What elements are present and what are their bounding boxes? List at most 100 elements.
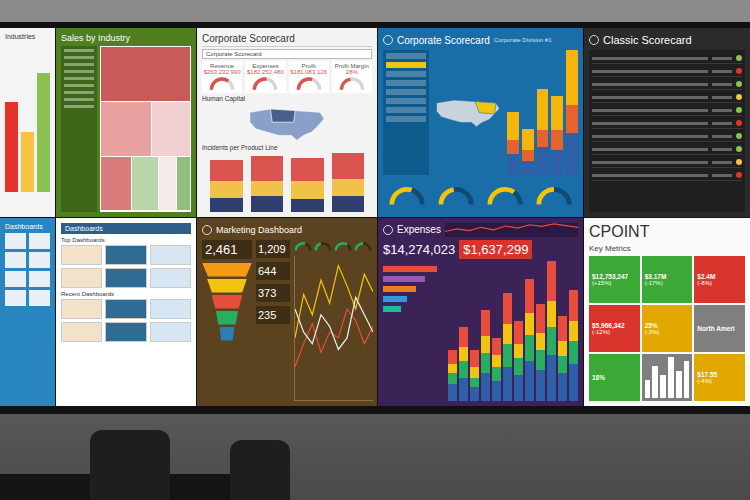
corporate-scorecard-tile[interactable]: Corporate ScorecardCorporate ScorecardRe… bbox=[197, 28, 377, 217]
metric-card[interactable]: $17.55(-4%) bbox=[694, 354, 745, 401]
stacked-bar-chart bbox=[507, 50, 578, 175]
status-dot bbox=[736, 81, 742, 87]
list-row[interactable] bbox=[386, 53, 426, 59]
metric-card[interactable] bbox=[642, 354, 693, 401]
back-icon[interactable] bbox=[383, 35, 393, 45]
dashboard-thumbnail[interactable] bbox=[29, 233, 50, 249]
filter-dropdown[interactable]: Corporate Scorecard bbox=[202, 49, 372, 59]
us-map bbox=[202, 104, 372, 142]
metric-card[interactable]: $3.17M(-17%) bbox=[642, 256, 693, 303]
dashboard-thumbnail[interactable] bbox=[61, 322, 102, 342]
gauge-icon bbox=[437, 183, 475, 207]
dashboard-thumbnail[interactable] bbox=[5, 252, 26, 268]
back-icon[interactable] bbox=[202, 225, 212, 235]
dashboard-thumbnail[interactable] bbox=[61, 268, 102, 288]
dashboards-gallery-tile[interactable]: DashboardsTop DashboardsRecent Dashboard… bbox=[56, 218, 196, 407]
metric-card[interactable]: $5,966,342(-12%) bbox=[589, 305, 640, 352]
back-icon[interactable] bbox=[383, 225, 393, 235]
list-row[interactable] bbox=[386, 71, 426, 77]
metric-card[interactable]: North Ameri bbox=[694, 305, 745, 352]
tile-title: Expenses bbox=[397, 224, 441, 235]
bar bbox=[507, 50, 519, 175]
bar bbox=[383, 286, 416, 292]
classic-scorecard-tile[interactable]: Classic Scorecard bbox=[584, 28, 750, 217]
metric-card[interactable]: $12,753,247(+15%) bbox=[589, 256, 640, 303]
tile-title: Corporate Scorecard bbox=[202, 33, 372, 47]
division-list bbox=[383, 50, 429, 175]
dashboard-thumbnail[interactable] bbox=[29, 252, 50, 268]
corporate-scorecard-dark-tile[interactable]: Corporate ScorecardCorporate Division #1 bbox=[378, 28, 583, 217]
bar bbox=[459, 262, 468, 402]
list-row[interactable] bbox=[386, 89, 426, 95]
dashboard-thumbnail[interactable] bbox=[5, 233, 26, 249]
dashboard-thumbnail[interactable] bbox=[150, 245, 191, 265]
treemap-cell[interactable] bbox=[152, 102, 191, 156]
list-row[interactable] bbox=[386, 80, 426, 86]
cpoint-tile[interactable]: CPOINTKey Metrics$12,753,247(+15%)$3.17M… bbox=[584, 218, 750, 407]
gauge-icon bbox=[334, 240, 352, 252]
back-icon[interactable] bbox=[589, 35, 599, 45]
list-row[interactable] bbox=[386, 62, 426, 68]
table-row[interactable] bbox=[592, 170, 742, 181]
dashboard-thumbnail[interactable] bbox=[105, 245, 146, 265]
dashboard-thumbnail[interactable] bbox=[150, 299, 191, 319]
list-row[interactable] bbox=[386, 107, 426, 113]
bar bbox=[251, 153, 284, 212]
dashboard-thumbnail[interactable] bbox=[29, 271, 50, 287]
status-dot bbox=[736, 55, 742, 61]
table-row[interactable] bbox=[592, 79, 742, 90]
table-row[interactable] bbox=[592, 131, 742, 142]
bar bbox=[525, 262, 534, 402]
metric-card[interactable]: $2.4M(-8%) bbox=[694, 256, 745, 303]
table-row[interactable] bbox=[592, 66, 742, 77]
list-row[interactable] bbox=[386, 98, 426, 104]
status-dot bbox=[736, 68, 742, 74]
marketing-dashboard-tile[interactable]: Marketing Dashboard2,4611,209644373235 bbox=[197, 218, 377, 407]
gauge-icon bbox=[314, 240, 332, 252]
treemap-cell[interactable] bbox=[101, 47, 190, 101]
status-dot bbox=[736, 94, 742, 100]
table-row[interactable] bbox=[592, 118, 742, 129]
status-dot bbox=[736, 133, 742, 139]
dashboard-thumbnail[interactable] bbox=[105, 322, 146, 342]
gallery-section: Recent Dashboards bbox=[61, 291, 191, 342]
dashboard-thumbnail[interactable] bbox=[105, 299, 146, 319]
table-row[interactable] bbox=[592, 157, 742, 168]
dashboard-thumbnail[interactable] bbox=[61, 245, 102, 265]
bar bbox=[569, 262, 578, 402]
dashboard-thumbnail[interactable] bbox=[5, 271, 26, 287]
dashboard-thumbnail[interactable] bbox=[61, 299, 102, 319]
treemap-cell[interactable] bbox=[101, 157, 131, 211]
metric-card[interactable]: 18% bbox=[589, 354, 640, 401]
us-map bbox=[433, 87, 503, 137]
table-row[interactable] bbox=[592, 105, 742, 116]
dashboard-thumbnail[interactable] bbox=[29, 290, 50, 306]
list-row[interactable] bbox=[386, 116, 426, 122]
trend-chart bbox=[445, 223, 578, 237]
dashboard-thumbnail[interactable] bbox=[5, 290, 26, 306]
table-row[interactable] bbox=[592, 144, 742, 155]
bar bbox=[566, 50, 578, 175]
dashboard-thumbnail[interactable] bbox=[150, 268, 191, 288]
chair bbox=[230, 440, 290, 500]
funnel-step bbox=[220, 327, 235, 341]
gauge-icon bbox=[250, 75, 280, 91]
treemap-cell[interactable] bbox=[132, 157, 157, 211]
tile-subtitle: Key Metrics bbox=[589, 244, 745, 253]
dashboard-thumbnail[interactable] bbox=[105, 268, 146, 288]
treemap-cell[interactable] bbox=[101, 102, 151, 156]
line-chart bbox=[294, 256, 373, 402]
metric-value: 235 bbox=[256, 306, 290, 324]
treemap-cell[interactable] bbox=[159, 157, 177, 211]
expenses-tile[interactable]: Expenses$14,274,023$1,637,299 bbox=[378, 218, 583, 407]
dashboards-tile[interactable]: Dashboards bbox=[0, 218, 55, 407]
metric-card[interactable]: 25%(-2%) bbox=[642, 305, 693, 352]
highlight-value: $1,637,299 bbox=[459, 240, 532, 259]
industries-tile[interactable]: Industries bbox=[0, 28, 55, 217]
table-row[interactable] bbox=[592, 92, 742, 103]
dashboard-thumbnail[interactable] bbox=[150, 322, 191, 342]
treemap-cell[interactable] bbox=[177, 157, 190, 211]
table-row[interactable] bbox=[592, 53, 742, 64]
sales-by-industry-tile[interactable]: Sales by Industry bbox=[56, 28, 196, 217]
kpi-card: Profit$181,083,126 bbox=[289, 61, 329, 93]
